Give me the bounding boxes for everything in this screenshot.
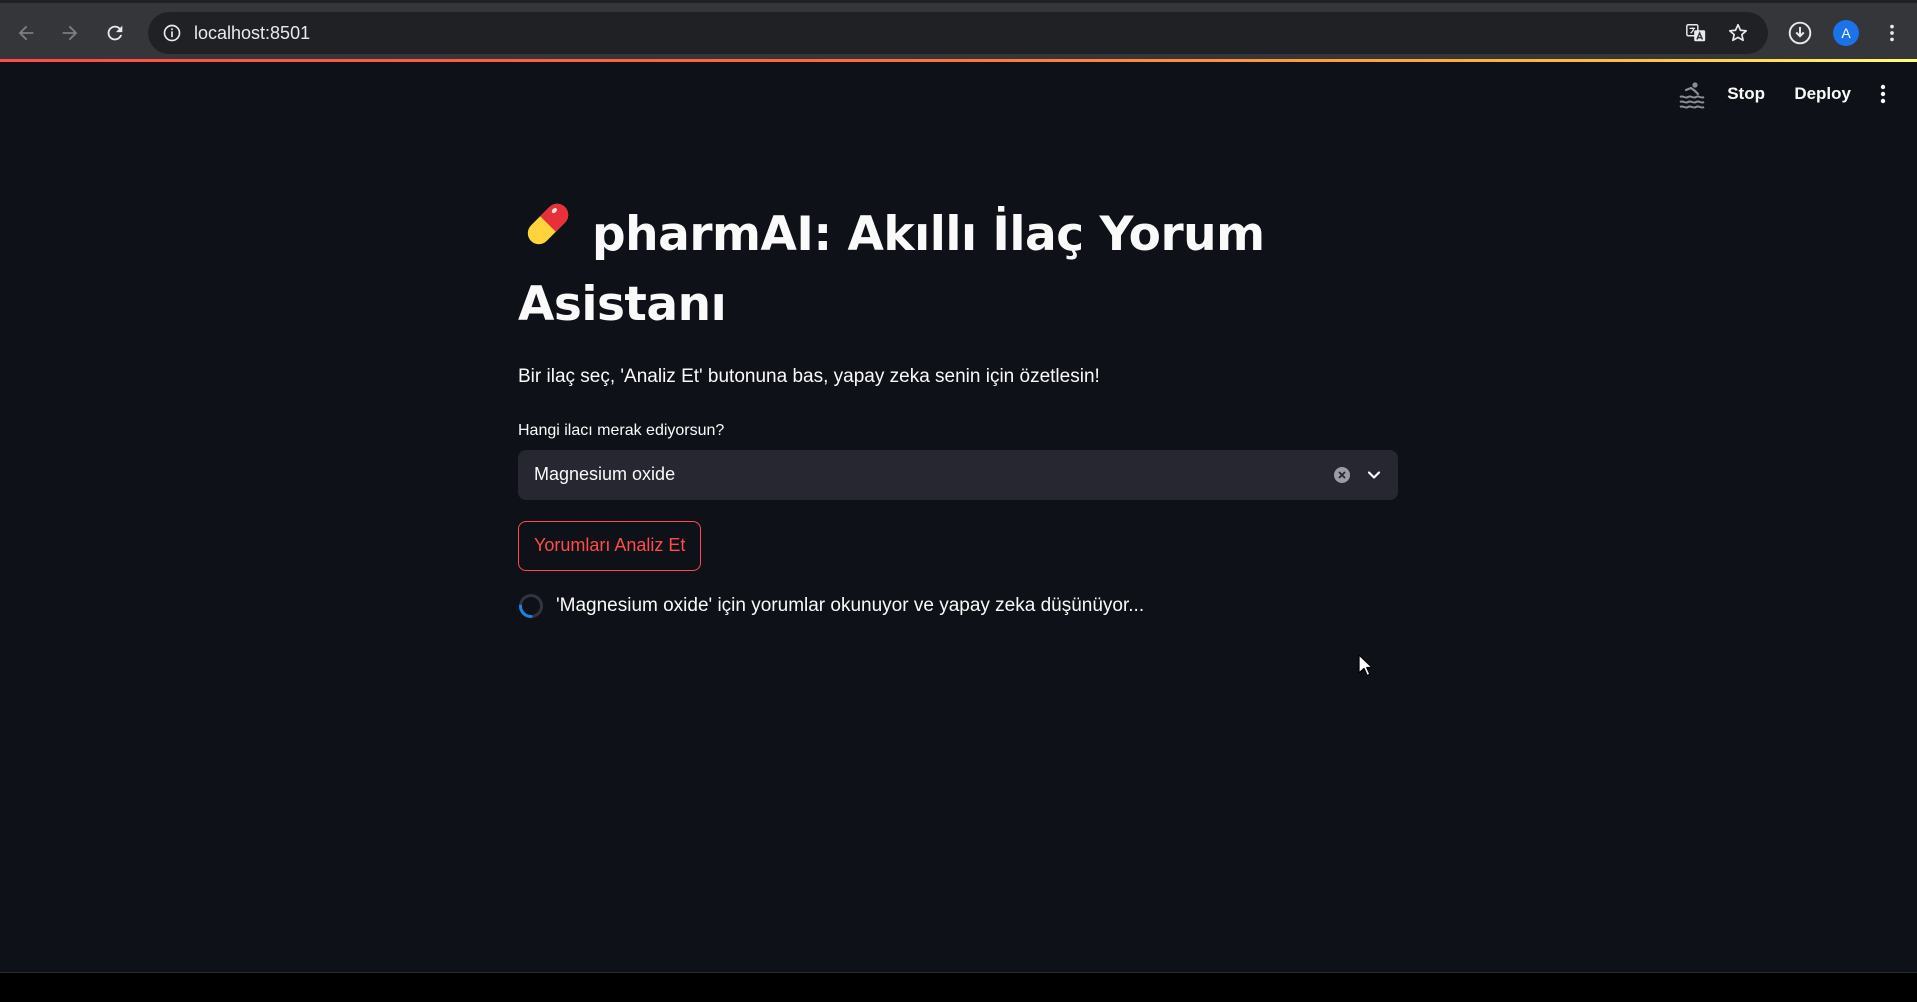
- address-bar[interactable]: localhost:8501: [148, 12, 1768, 54]
- page-title: pharmAI: Akıllı İlaç Yorum Asistanı: [518, 202, 1398, 338]
- intro-text: Bir ilaç seç, 'Analiz Et' butonuna bas, …: [518, 365, 1100, 387]
- spinner-icon: [519, 593, 543, 618]
- spinner-text: 'Magnesium oxide' için yorumlar okunuyor…: [556, 594, 1145, 616]
- reload-icon: [107, 25, 123, 41]
- mouse-cursor-icon: [1358, 654, 1373, 677]
- url-text: localhost:8501: [194, 23, 311, 43]
- kebab-menu-icon: [1880, 84, 1886, 104]
- running-man-icon: [1675, 74, 1709, 114]
- drug-select-value: Magnesium oxide: [534, 463, 676, 484]
- page-title-text: pharmAI: Akıllı İlaç Yorum Asistanı: [518, 207, 1265, 332]
- analyze-reviews-button[interactable]: Yorumları Analiz Et: [518, 520, 702, 571]
- site-info-icon[interactable]: [158, 19, 186, 47]
- loading-status: 'Magnesium oxide' için yorumlar okunuyor…: [518, 593, 1398, 619]
- chevron-down-icon[interactable]: [1364, 465, 1384, 485]
- forward-button[interactable]: [52, 15, 88, 51]
- reload-button[interactable]: [97, 15, 133, 51]
- back-button[interactable]: [8, 15, 44, 51]
- profile-button[interactable]: A: [1828, 15, 1864, 51]
- back-icon: [18, 25, 34, 41]
- bookmark-star-icon[interactable]: [1724, 19, 1752, 47]
- bottom-strip: [0, 972, 1917, 1002]
- pill-icon: [518, 194, 578, 272]
- chrome-menu-button[interactable]: [1874, 15, 1910, 51]
- profile-avatar: A: [1833, 20, 1859, 46]
- browser-toolbar: localhost:8501 A: [0, 0, 1917, 61]
- deploy-button[interactable]: Deploy: [1794, 74, 1851, 114]
- translate-icon[interactable]: [1682, 19, 1710, 47]
- app-container: Stop Deploy pharmAI: Akıllı İlaç Yorum A…: [0, 62, 1917, 972]
- drug-select-label: Hangi ilacı merak ediyorsun?: [518, 421, 725, 439]
- stop-button[interactable]: Stop: [1727, 74, 1765, 114]
- clear-selection-icon[interactable]: [1332, 465, 1352, 485]
- chrome-menu-icon: [1890, 24, 1894, 42]
- app-menu-button[interactable]: [1873, 74, 1893, 114]
- download-icon: [1788, 21, 1812, 45]
- download-button[interactable]: [1782, 15, 1818, 51]
- main-content: pharmAI: Akıllı İlaç Yorum Asistanı Bir …: [518, 202, 1398, 619]
- drug-select[interactable]: Magnesium oxide: [518, 449, 1398, 500]
- forward-icon: [62, 25, 78, 41]
